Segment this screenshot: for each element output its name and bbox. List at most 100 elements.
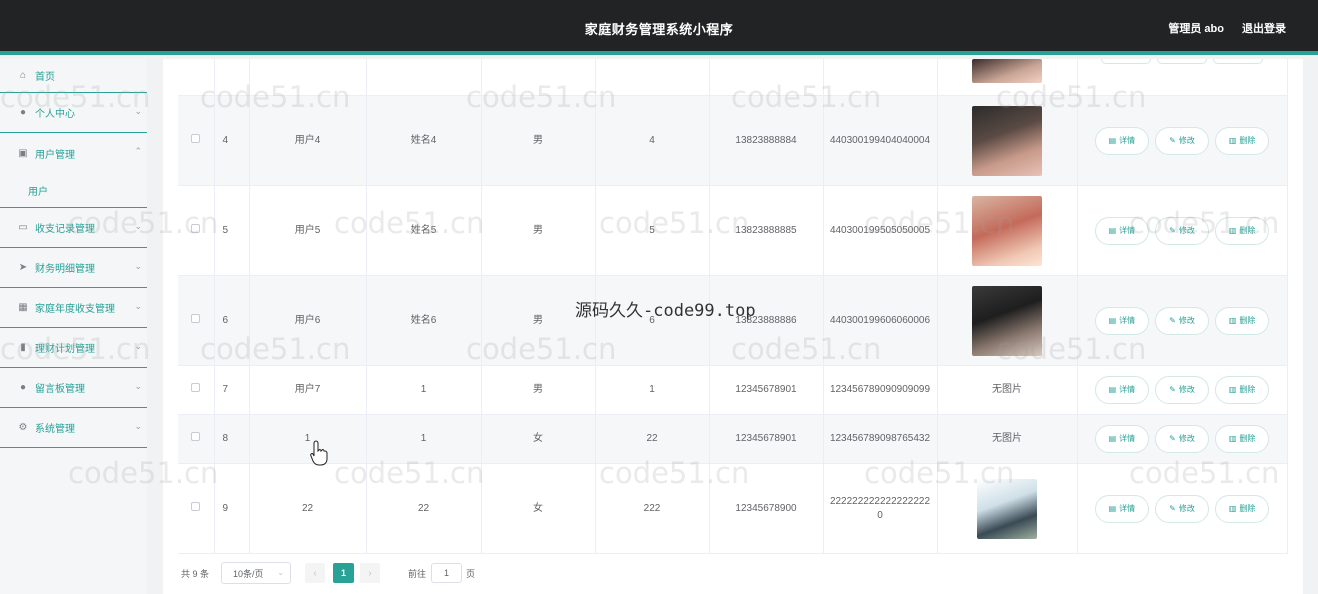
avatar-photo — [972, 285, 1042, 356]
detail-button[interactable]: ▤ 详情 — [1094, 494, 1150, 523]
edit-button[interactable]: ✎ 修改 — [1155, 126, 1209, 155]
cell-age: 6 — [595, 275, 710, 366]
row-checkbox[interactable] — [191, 501, 201, 511]
sidebar-item-label: 理财计划管理 — [35, 344, 95, 355]
sidebar-item-annual[interactable]: ▦ 家庭年度收支管理 ⌄ — [0, 288, 147, 328]
sidebar-item-user-management[interactable]: ▣ 用户管理 ⌃ — [0, 133, 147, 173]
next-page-button[interactable]: › — [360, 563, 381, 583]
sidebar-item-profile[interactable]: ● 个人中心 ⌄ — [0, 93, 147, 133]
page-number-button[interactable]: 1 — [333, 563, 355, 583]
pagination: 共 9 条 10条/页 ⌄ ‹ 1 › 前往 1 页 — [181, 562, 475, 584]
sidebar-item-label: 系统管理 — [35, 424, 75, 435]
cell-age: 4 — [595, 95, 710, 186]
edit-button[interactable]: ✎ 修改 — [1155, 216, 1209, 245]
sidebar-item-label: 家庭年度收支管理 — [35, 304, 115, 315]
delete-button[interactable]: ▥ 删除 — [1214, 306, 1270, 335]
cell-username: 1 — [249, 414, 367, 464]
sidebar-item-system[interactable]: ⚙ 系统管理 ⌄ — [0, 408, 147, 448]
detail-icon: ▤ — [1108, 315, 1117, 325]
table-row: 4 用户4 姓名4 男 4 13823888884 44030019940404… — [178, 95, 1288, 186]
page-size-select[interactable]: 10条/页 ⌄ — [221, 562, 292, 584]
cell-phone: 12345678901 — [709, 365, 824, 415]
sidebar-subitem-users[interactable]: 用户 — [0, 173, 147, 208]
table-row: 5 用户5 姓名5 男 5 13823888885 44030019950505… — [178, 185, 1288, 276]
sidebar: ⌂ 首页 ● 个人中心 ⌄ ▣ 用户管理 ⌃ 用户 ▭ 收支记录管理 ⌄ ➤ 财… — [0, 59, 147, 594]
edit-icon: ✎ — [1169, 315, 1176, 325]
cell-idcard: 440300199606060006 — [823, 275, 938, 366]
edit-button[interactable]: ✎ 修改 — [1155, 376, 1209, 404]
chevron-down-icon: ⌄ — [134, 221, 142, 231]
cell-name: 1 — [366, 365, 482, 415]
goto-label: 前往 — [408, 568, 427, 579]
edit-button[interactable]: ✎ 修改 — [1155, 425, 1209, 453]
cell-phone: 12345678901 — [709, 414, 824, 464]
chevron-down-icon: ⌄ — [134, 261, 142, 271]
detail-icon: ▤ — [1108, 225, 1117, 235]
detail-icon: ▤ — [1108, 434, 1117, 443]
row-checkbox[interactable] — [191, 313, 201, 323]
edit-icon: ✎ — [1169, 385, 1176, 394]
sidebar-item-label: 财务明细管理 — [35, 264, 95, 275]
home-icon: ⌂ — [19, 70, 27, 81]
avatar-photo — [972, 59, 1042, 83]
cell-photo-empty: 无图片 — [937, 414, 1078, 464]
edit-button[interactable]: ✎ 修改 — [1155, 494, 1209, 523]
logout-button[interactable]: 退出登录 — [1242, 20, 1286, 36]
cell-name: 姓名4 — [366, 95, 482, 186]
cell-name: 22 — [366, 463, 482, 554]
sidebar-item-messages[interactable]: ● 留言板管理 ⌄ — [0, 368, 147, 408]
delete-button[interactable] — [1213, 59, 1263, 64]
detail-button[interactable]: ▤ 详情 — [1094, 425, 1150, 453]
delete-button[interactable]: ▥ 删除 — [1214, 425, 1270, 453]
edit-button[interactable] — [1157, 59, 1207, 64]
chevron-down-icon: ⌄ — [134, 381, 142, 391]
sidebar-item-label: 留言板管理 — [35, 384, 85, 395]
sidebar-item-records[interactable]: ▭ 收支记录管理 ⌄ — [0, 208, 147, 248]
trash-icon: ▥ — [1228, 385, 1237, 394]
row-checkbox[interactable] — [191, 432, 201, 441]
detail-button[interactable] — [1101, 59, 1151, 64]
detail-button[interactable]: ▤ 详情 — [1094, 216, 1150, 245]
row-checkbox[interactable] — [191, 223, 201, 233]
row-checkbox[interactable] — [191, 383, 201, 392]
chevron-down-icon: ⌄ — [134, 341, 142, 351]
detail-button[interactable]: ▤ 详情 — [1094, 376, 1150, 404]
delete-button[interactable]: ▥ 删除 — [1214, 494, 1270, 523]
cell-phone: 13823888886 — [709, 275, 824, 366]
chevron-down-icon: ⌄ — [134, 301, 142, 311]
delete-button[interactable]: ▥ 删除 — [1214, 126, 1270, 155]
sidebar-item-label: 用户管理 — [35, 149, 75, 161]
prev-page-button[interactable]: ‹ — [305, 563, 326, 583]
table-row: 7 用户7 1 男 1 12345678901 1234567890909090… — [178, 365, 1288, 415]
cell-gender: 男 — [481, 95, 596, 186]
cell-gender: 男 — [481, 365, 596, 415]
chevron-up-icon: ⌃ — [134, 146, 142, 156]
bulb-icon: ● — [19, 382, 27, 393]
detail-button[interactable]: ▤ 详情 — [1094, 126, 1150, 155]
cell-phone: 12345678900 — [709, 463, 824, 554]
row-checkbox[interactable] — [191, 133, 201, 143]
row-index: 4 — [214, 95, 250, 186]
cell-age: 5 — [595, 185, 710, 276]
app-title: 家庭财务管理系统小程序 — [584, 22, 734, 37]
admin-username: 管理员 abo — [1168, 23, 1224, 35]
edit-button[interactable]: ✎ 修改 — [1155, 306, 1209, 335]
sidebar-item-home[interactable]: ⌂ 首页 — [0, 59, 147, 93]
sidebar-item-plan[interactable]: ▮ 理财计划管理 ⌄ — [0, 328, 147, 368]
cell-username: 用户6 — [249, 275, 367, 366]
table-row: 8 1 1 女 22 12345678901 12345678909876543… — [178, 414, 1288, 464]
cell-gender: 男 — [481, 185, 596, 276]
send-icon: ➤ — [18, 262, 28, 273]
goto-page-input[interactable]: 1 — [431, 563, 463, 583]
goto-suffix: 页 — [466, 568, 476, 579]
main-content: 4 用户4 姓名4 男 4 13823888884 44030019940404… — [163, 59, 1303, 594]
delete-button[interactable]: ▥ 删除 — [1214, 376, 1270, 404]
chevron-down-icon: ⌄ — [134, 421, 142, 431]
bar-chart-icon: ▮ — [20, 342, 26, 353]
cell-phone: 13823888885 — [709, 185, 824, 276]
cell-gender: 女 — [481, 414, 596, 464]
delete-button[interactable]: ▥ 删除 — [1214, 216, 1270, 245]
sidebar-item-finance-detail[interactable]: ➤ 财务明细管理 ⌄ — [0, 248, 147, 288]
cell-username: 用户5 — [249, 185, 367, 276]
detail-button[interactable]: ▤ 详情 — [1094, 306, 1150, 335]
